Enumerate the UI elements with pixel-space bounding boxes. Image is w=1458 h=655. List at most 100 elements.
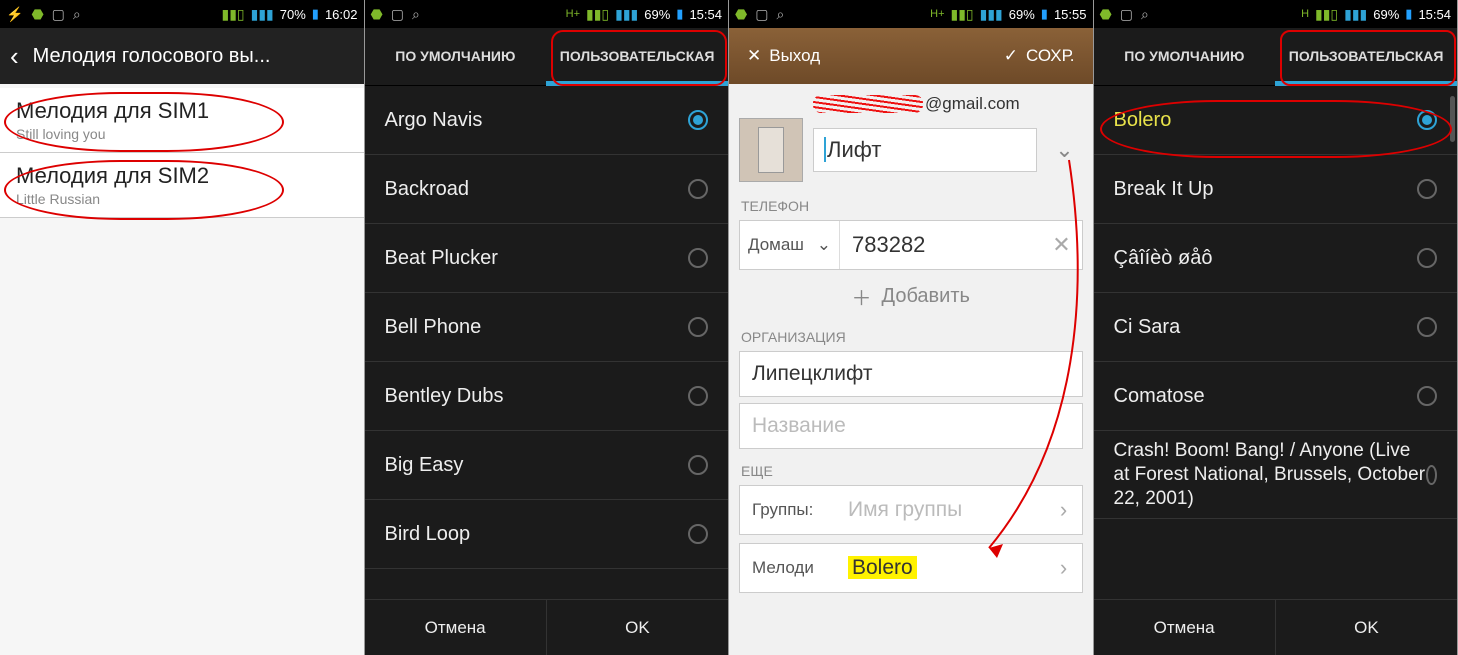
- ringtone-item[interactable]: Bell Phone: [365, 293, 729, 362]
- org-title-field[interactable]: Название: [739, 403, 1083, 449]
- ringtone-label: Comatose: [1114, 385, 1205, 408]
- add-phone-button[interactable]: ＋ Добавить: [739, 270, 1083, 323]
- screen-2-ringtone-picker: ⬣ ▢ ⌕ H+ ▮▮▯ ▮▮▮ 69% ▮ 15:54 ПО УМОЛЧАНИ…: [365, 0, 730, 655]
- radio-icon: [1426, 465, 1437, 485]
- shield-icon: ⬣: [371, 6, 383, 23]
- search-icon: ⌕: [1141, 6, 1149, 23]
- signal-icon: ▮▮▮: [251, 6, 274, 23]
- section-more: ЕЩЕ: [739, 457, 1083, 485]
- image-icon: ▢: [391, 6, 404, 23]
- ringtone-list[interactable]: Argo Navis Backroad Beat Plucker Bell Phone…: [365, 86, 729, 599]
- dialog-buttons: Отмена OK: [365, 599, 729, 655]
- account-email: @gmail.com: [813, 94, 1083, 114]
- org-company-field[interactable]: Липецклифт: [739, 351, 1083, 397]
- plug-icon: ⚡: [6, 6, 23, 23]
- save-button[interactable]: ✓ СОХР.: [1004, 46, 1075, 66]
- radio-icon: [1417, 110, 1437, 130]
- cancel-button[interactable]: Отмена: [1094, 600, 1276, 655]
- ringtone-label: Ci Sara: [1114, 316, 1181, 339]
- radio-icon: [688, 386, 708, 406]
- check-icon: ✓: [1004, 46, 1018, 66]
- signal-icon: ▮▮▮: [980, 6, 1003, 23]
- hspa-icon: H+: [566, 8, 580, 20]
- page-title: Мелодия голосового вы...: [33, 45, 271, 68]
- battery-pct: 69%: [1373, 7, 1399, 22]
- close-icon: ✕: [1052, 232, 1070, 257]
- ringtone-item[interactable]: Bolero: [1094, 86, 1458, 155]
- ringtone-item[interactable]: Çâîíèò øåô: [1094, 224, 1458, 293]
- melody-row[interactable]: Мелоди Bolero ›: [739, 543, 1083, 593]
- ringtone-item[interactable]: Crash! Boom! Bang! / Anyone (Live at For…: [1094, 431, 1458, 519]
- radio-icon: [688, 110, 708, 130]
- chevron-right-icon: ›: [1046, 555, 1082, 581]
- exit-button[interactable]: ✕ Выход: [747, 46, 820, 66]
- battery-icon: ▮: [1041, 6, 1048, 22]
- radio-icon: [688, 317, 708, 337]
- battery-icon: ▮: [1405, 6, 1412, 22]
- ringtone-list[interactable]: Bolero Break It Up Çâîíèò øåô Ci Sara Comato…: [1094, 86, 1458, 599]
- ringtone-item[interactable]: Bentley Dubs: [365, 362, 729, 431]
- title-bar: ‹ Мелодия голосового вы...: [0, 28, 364, 84]
- shield-icon: ⬣: [31, 6, 43, 23]
- scrollbar-thumb[interactable]: [1450, 96, 1455, 142]
- ringtone-label: Big Easy: [385, 454, 464, 477]
- sim1-ringtone-item[interactable]: Мелодия для SIM1 Still loving you: [0, 88, 364, 153]
- sim2-ringtone-item[interactable]: Мелодия для SIM2 Little Russian: [0, 153, 364, 218]
- image-icon: ▢: [1120, 6, 1133, 23]
- phone-row: Домаш ⌄ 783282 ✕: [739, 220, 1083, 270]
- search-icon: ⌕: [776, 6, 784, 23]
- ringtone-item[interactable]: Beat Plucker: [365, 224, 729, 293]
- battery-pct: 69%: [644, 7, 670, 22]
- ringtone-item[interactable]: Backroad: [365, 155, 729, 224]
- ringtone-label: Beat Plucker: [385, 247, 498, 270]
- ringtone-label: Backroad: [385, 178, 470, 201]
- ringtone-item[interactable]: Argo Navis: [365, 86, 729, 155]
- back-icon[interactable]: ‹: [10, 41, 19, 72]
- ringtone-label: Bolero: [1114, 109, 1172, 132]
- ringtone-label: Crash! Boom! Bang! / Anyone (Live at For…: [1114, 439, 1426, 510]
- phone-type-selector[interactable]: Домаш ⌄: [740, 221, 840, 269]
- hspa-icon: H+: [930, 8, 944, 20]
- ringtone-label: Argo Navis: [385, 109, 483, 132]
- tab-bar: ПО УМОЛЧАНИЮ ПОЛЬЗОВАТЕЛЬСКАЯ: [1094, 28, 1458, 86]
- signal-icon: ▮▮▯: [1315, 6, 1338, 23]
- shield-icon: ⬣: [1100, 6, 1112, 23]
- ringtone-item[interactable]: Ci Sara: [1094, 293, 1458, 362]
- radio-icon: [688, 524, 708, 544]
- battery-pct: 70%: [280, 7, 306, 22]
- clock: 15:55: [1054, 7, 1087, 22]
- remove-phone-button[interactable]: ✕: [1042, 232, 1082, 258]
- radio-icon: [1417, 386, 1437, 406]
- phone-number-field[interactable]: 783282: [840, 232, 1042, 258]
- name-field[interactable]: Лифт: [813, 128, 1037, 172]
- chevron-right-icon: ›: [1046, 497, 1082, 523]
- sim-ringtone-list: Мелодия для SIM1 Still loving you Мелоди…: [0, 84, 364, 655]
- ringtone-item[interactable]: Break It Up: [1094, 155, 1458, 224]
- plus-icon: ＋: [852, 282, 872, 311]
- ringtone-label: Çâîíèò øåô: [1114, 247, 1213, 270]
- tab-default[interactable]: ПО УМОЛЧАНИЮ: [1094, 28, 1276, 85]
- ringtone-item[interactable]: Bird Loop: [365, 500, 729, 569]
- tab-default[interactable]: ПО УМОЛЧАНИЮ: [365, 28, 547, 85]
- groups-row[interactable]: Группы: Имя группы ›: [739, 485, 1083, 535]
- battery-icon: ▮: [312, 6, 319, 22]
- tab-custom[interactable]: ПОЛЬЗОВАТЕЛЬСКАЯ: [546, 28, 728, 85]
- sim1-title: Мелодия для SIM1: [16, 98, 348, 124]
- radio-icon: [1417, 179, 1437, 199]
- ringtone-label: Break It Up: [1114, 178, 1214, 201]
- cancel-button[interactable]: Отмена: [365, 600, 547, 655]
- tab-custom[interactable]: ПОЛЬЗОВАТЕЛЬСКАЯ: [1275, 28, 1457, 85]
- ringtone-item[interactable]: Big Easy: [365, 431, 729, 500]
- expand-name-button[interactable]: ⌄: [1047, 127, 1083, 173]
- close-icon: ✕: [747, 46, 761, 66]
- ringtone-item[interactable]: Comatose: [1094, 362, 1458, 431]
- ok-button[interactable]: OK: [547, 600, 728, 655]
- hspa-icon: H: [1301, 8, 1309, 20]
- screen-4-ringtone-picker-custom: ⬣ ▢ ⌕ H ▮▮▯ ▮▮▮ 69% ▮ 15:54 ПО УМОЛЧАНИЮ…: [1094, 0, 1458, 655]
- avatar[interactable]: [739, 118, 803, 182]
- clock: 15:54: [1418, 7, 1451, 22]
- battery-icon: ▮: [676, 6, 683, 22]
- ringtone-label: Bentley Dubs: [385, 385, 504, 408]
- melody-value: Bolero: [848, 556, 917, 579]
- ok-button[interactable]: OK: [1276, 600, 1457, 655]
